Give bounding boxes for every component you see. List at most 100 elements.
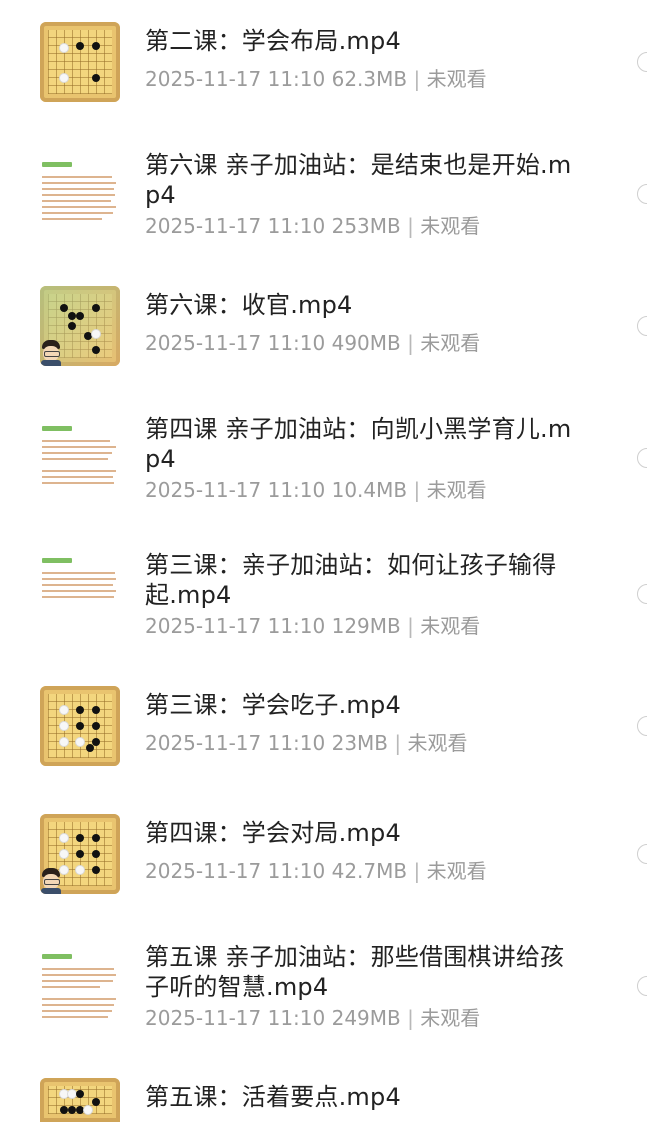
video-title[interactable]: 第三课：学会吃子.mp4 bbox=[145, 690, 585, 720]
white-stone-icon bbox=[60, 850, 68, 858]
video-thumbnail[interactable] bbox=[40, 946, 120, 1026]
doc-text-line bbox=[42, 1004, 114, 1006]
video-thumbnail[interactable] bbox=[40, 418, 120, 498]
video-title[interactable]: 第三课：亲子加油站：如何让孩子输得起.mp4 bbox=[145, 550, 585, 610]
black-stone-icon bbox=[76, 1106, 84, 1114]
modified-date: 2025-11-17 11:10 bbox=[145, 1006, 326, 1030]
select-checkbox[interactable] bbox=[637, 976, 647, 996]
file-size: 490MB bbox=[331, 331, 401, 355]
doc-text-line bbox=[42, 458, 108, 460]
video-meta: 2025-11-17 11:10 23MB | 未观看 bbox=[145, 730, 468, 756]
doc-text-line bbox=[42, 182, 116, 184]
watch-status: 未观看 bbox=[426, 67, 487, 91]
black-stone-icon bbox=[92, 706, 100, 714]
black-stone-icon bbox=[92, 1098, 100, 1106]
white-stone-icon bbox=[92, 330, 100, 338]
white-stone-icon bbox=[60, 706, 68, 714]
video-meta: 2025-11-17 11:10 249MB | 未观看 bbox=[145, 1005, 480, 1031]
video-meta: 2025-11-17 11:10 10.4MB | 未观看 bbox=[145, 477, 487, 503]
black-stone-icon bbox=[84, 332, 92, 340]
modified-date: 2025-11-17 11:10 bbox=[145, 331, 326, 355]
file-size: 249MB bbox=[331, 1006, 401, 1030]
white-stone-icon bbox=[76, 866, 84, 874]
black-stone-icon bbox=[76, 834, 84, 842]
black-stone-icon bbox=[92, 346, 100, 354]
select-checkbox[interactable] bbox=[637, 584, 647, 604]
file-size: 253MB bbox=[331, 214, 401, 238]
doc-text-line bbox=[42, 986, 100, 988]
video-thumbnail[interactable] bbox=[40, 686, 120, 766]
doc-text-line bbox=[42, 194, 115, 196]
watch-status: 未观看 bbox=[426, 859, 487, 883]
select-checkbox[interactable] bbox=[637, 448, 647, 468]
white-stone-icon bbox=[60, 44, 68, 52]
black-stone-icon bbox=[76, 722, 84, 730]
video-title[interactable]: 第五课：活着要点.mp4 bbox=[145, 1082, 585, 1112]
doc-heading-icon bbox=[42, 558, 72, 563]
teacher-avatar-icon bbox=[40, 868, 62, 894]
doc-text-line bbox=[42, 452, 112, 454]
select-checkbox[interactable] bbox=[637, 316, 647, 336]
select-checkbox[interactable] bbox=[637, 184, 647, 204]
white-stone-icon bbox=[84, 1106, 92, 1114]
doc-text-line bbox=[42, 572, 115, 574]
meta-divider: | bbox=[413, 67, 421, 91]
video-title[interactable]: 第六课：收官.mp4 bbox=[145, 290, 585, 320]
doc-text-line bbox=[42, 1010, 112, 1012]
go-board-icon bbox=[48, 30, 112, 94]
doc-text-line bbox=[42, 188, 114, 190]
doc-heading-icon bbox=[42, 954, 72, 959]
video-thumbnail[interactable] bbox=[40, 154, 120, 234]
modified-date: 2025-11-17 11:10 bbox=[145, 859, 326, 883]
modified-date: 2025-11-17 11:10 bbox=[145, 731, 326, 755]
video-title[interactable]: 第六课 亲子加油站：是结束也是开始.mp4 bbox=[145, 150, 585, 210]
watch-status: 未观看 bbox=[407, 731, 468, 755]
meta-divider: | bbox=[413, 859, 421, 883]
video-thumbnail[interactable] bbox=[40, 22, 120, 102]
black-stone-icon bbox=[76, 850, 84, 858]
video-title[interactable]: 第二课：学会布局.mp4 bbox=[145, 26, 585, 56]
black-stone-icon bbox=[60, 1106, 68, 1114]
video-thumbnail[interactable] bbox=[40, 1078, 120, 1122]
video-thumbnail[interactable] bbox=[40, 286, 120, 366]
video-thumbnail[interactable] bbox=[40, 814, 120, 894]
black-stone-icon bbox=[68, 312, 76, 320]
doc-text-line bbox=[42, 584, 113, 586]
doc-text-line bbox=[42, 590, 116, 592]
black-stone-icon bbox=[76, 312, 84, 320]
watch-status: 未观看 bbox=[420, 1006, 481, 1030]
select-checkbox[interactable] bbox=[637, 52, 647, 72]
video-meta: 2025-11-17 11:10 490MB | 未观看 bbox=[145, 330, 480, 356]
video-title[interactable]: 第五课 亲子加油站：那些借围棋讲给孩子听的智慧.mp4 bbox=[145, 942, 585, 1002]
doc-text-line bbox=[42, 1016, 108, 1018]
watch-status: 未观看 bbox=[420, 614, 481, 638]
meta-divider: | bbox=[407, 614, 414, 638]
select-checkbox[interactable] bbox=[637, 844, 647, 864]
doc-text-line bbox=[42, 218, 102, 220]
black-stone-icon bbox=[92, 834, 100, 842]
file-size: 129MB bbox=[331, 614, 401, 638]
doc-text-line bbox=[42, 200, 111, 202]
video-title[interactable]: 第四课：学会对局.mp4 bbox=[145, 818, 585, 848]
video-meta: 2025-11-17 11:10 253MB | 未观看 bbox=[145, 213, 480, 239]
doc-text-line bbox=[42, 980, 113, 982]
doc-text-line bbox=[42, 968, 114, 970]
black-stone-icon bbox=[76, 1090, 84, 1098]
black-stone-icon bbox=[76, 42, 84, 50]
select-checkbox[interactable] bbox=[637, 716, 647, 736]
black-stone-icon bbox=[68, 322, 76, 330]
video-title[interactable]: 第四课 亲子加油站：向凯小黑学育儿.mp4 bbox=[145, 414, 585, 474]
video-thumbnail[interactable] bbox=[40, 550, 120, 630]
black-stone-icon bbox=[92, 74, 100, 82]
file-size: 23MB bbox=[331, 731, 389, 755]
doc-text-line bbox=[42, 176, 112, 178]
video-meta: 2025-11-17 11:10 42.7MB | 未观看 bbox=[145, 858, 487, 884]
doc-heading-icon bbox=[42, 162, 72, 167]
meta-divider: | bbox=[407, 214, 414, 238]
watch-status: 未观看 bbox=[426, 478, 487, 502]
doc-text-line bbox=[42, 440, 110, 442]
white-stone-icon bbox=[60, 722, 68, 730]
watch-status: 未观看 bbox=[420, 331, 481, 355]
doc-text-line bbox=[42, 974, 116, 976]
video-meta: 2025-11-17 11:10 129MB | 未观看 bbox=[145, 613, 480, 639]
